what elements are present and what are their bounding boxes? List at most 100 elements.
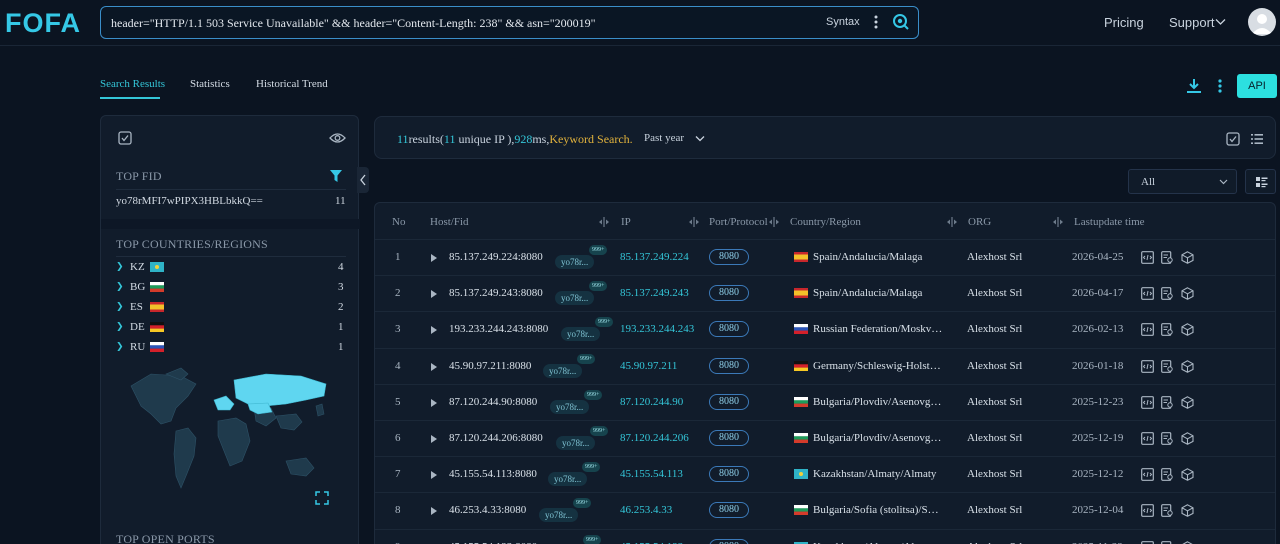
port-badge[interactable]: 8080 <box>709 285 749 302</box>
column-resize-icon[interactable] <box>769 217 779 227</box>
host-link[interactable]: 193.233.244.243:8080 <box>449 323 548 335</box>
sidebar-collapse-toggle[interactable] <box>357 167 369 193</box>
ip-link[interactable]: 193.233.244.243 <box>620 323 694 335</box>
port-badge[interactable]: 8080 <box>709 393 749 410</box>
fofa-logo[interactable]: FOFA <box>5 6 87 38</box>
nav-pricing[interactable]: Pricing <box>1104 15 1144 30</box>
list-view-icon[interactable] <box>1251 133 1263 145</box>
fid-tag[interactable]: yo78r... <box>561 327 601 342</box>
country-item-es[interactable]: ❯ ES 2 <box>116 301 346 315</box>
country-item-bg[interactable]: ❯ BG 3 <box>116 281 346 295</box>
table-row[interactable]: 8 46.253.4.33:8080 yo78r... 999+ 46.253.4.33… <box>375 492 1275 528</box>
code-view-icon[interactable] <box>1141 504 1154 518</box>
fid-tag[interactable]: yo78r... <box>548 472 588 487</box>
ip-link[interactable]: 45.155.54.113 <box>620 468 683 480</box>
more-vertical-icon[interactable] <box>1217 78 1223 94</box>
table-row[interactable]: 5 87.120.244.90:8080 yo78r... 999+ 87.120.24… <box>375 383 1275 420</box>
table-row[interactable]: 1 85.137.249.224:8080 yo78r... 999+ 85.137.2… <box>375 239 1275 275</box>
search-input[interactable] <box>111 14 811 32</box>
code-view-icon[interactable] <box>1141 359 1154 373</box>
expand-row-icon[interactable] <box>431 254 437 262</box>
code-view-icon[interactable] <box>1141 540 1154 544</box>
document-search-icon[interactable] <box>1161 504 1174 518</box>
chevron-down-icon[interactable] <box>1215 18 1226 26</box>
tab-historical-trend[interactable]: Historical Trend <box>256 78 328 90</box>
world-map[interactable] <box>126 366 334 501</box>
nav-support[interactable]: Support <box>1169 15 1215 30</box>
expand-row-icon[interactable] <box>431 290 437 299</box>
code-view-icon[interactable] <box>1141 323 1154 337</box>
host-link[interactable]: 45.155.54.123:8080 <box>449 541 537 544</box>
expand-row-icon[interactable] <box>431 398 437 407</box>
fid-value[interactable]: yo78rMFI7wPIPX3HBLbkkQ== <box>116 195 263 207</box>
ip-link[interactable]: 45.155.54.123 <box>620 541 683 544</box>
fid-tag[interactable]: yo78r... <box>539 508 579 523</box>
host-link[interactable]: 87.120.244.90:8080 <box>449 396 537 408</box>
table-row[interactable]: 945.155.54.123:8080yo78r...999+45.155.54… <box>375 528 1275 544</box>
expand-row-icon[interactable] <box>431 507 437 516</box>
country-item-kz[interactable]: ❯ KZ 4 <box>116 261 346 275</box>
document-search-icon[interactable] <box>1161 323 1174 337</box>
ip-link[interactable]: 87.120.244.206 <box>620 432 689 444</box>
cube-icon[interactable] <box>1181 287 1194 301</box>
port-badge[interactable]: 8080 <box>709 321 749 338</box>
tab-search-results[interactable]: Search Results <box>100 78 165 90</box>
document-search-icon[interactable] <box>1161 359 1174 373</box>
select-all-icon[interactable] <box>1226 132 1240 146</box>
document-search-icon[interactable] <box>1161 432 1174 445</box>
table-row[interactable]: 4 45.90.97.211:8080 yo78r... 999+ 45.90.97.2… <box>375 347 1275 384</box>
expand-row-icon[interactable] <box>431 326 437 335</box>
ip-link[interactable]: 46.253.4.33 <box>620 504 672 516</box>
period-select[interactable]: Past year <box>644 132 684 144</box>
host-link[interactable]: 87.120.244.206:8080 <box>449 432 543 444</box>
table-row[interactable]: 6 87.120.244.206:8080 yo78r... 999+ 87.120.2… <box>375 420 1275 456</box>
fid-tag[interactable]: yo78r... <box>555 291 595 306</box>
result-filter-select[interactable]: All <box>1128 169 1237 194</box>
table-row[interactable]: 3 193.233.244.243:8080 yo78r... 999+ 193.233… <box>375 311 1275 347</box>
cube-icon[interactable] <box>1181 504 1194 518</box>
more-options-icon[interactable] <box>874 14 878 30</box>
code-view-icon[interactable] <box>1141 395 1154 409</box>
cube-icon[interactable] <box>1181 251 1194 264</box>
expand-row-icon[interactable] <box>431 471 437 480</box>
host-link[interactable]: 46.253.4.33:8080 <box>449 504 526 516</box>
document-search-icon[interactable] <box>1161 540 1174 544</box>
code-view-icon[interactable] <box>1141 287 1154 301</box>
table-row[interactable]: 2 85.137.249.243:8080 yo78r... 999+ 85.137.2… <box>375 275 1275 311</box>
expand-row-icon[interactable] <box>431 362 437 371</box>
column-resize-icon[interactable] <box>599 217 609 227</box>
document-search-icon[interactable] <box>1161 468 1174 482</box>
ip-link[interactable]: 85.137.249.243 <box>620 287 689 299</box>
search-icon[interactable] <box>892 13 910 31</box>
port-badge[interactable]: 8080 <box>709 502 749 519</box>
eye-icon[interactable] <box>329 132 346 144</box>
api-button[interactable]: API <box>1237 74 1277 98</box>
port-badge[interactable]: 8080 <box>709 538 749 544</box>
host-link[interactable]: 45.155.54.113:8080 <box>449 468 537 480</box>
host-link[interactable]: 85.137.249.224:8080 <box>449 251 543 263</box>
view-toggle-button[interactable] <box>1245 169 1276 194</box>
document-search-icon[interactable] <box>1161 395 1174 409</box>
syntax-link[interactable]: Syntax <box>826 16 860 28</box>
country-item-ru[interactable]: ❯ RU 1 <box>116 341 346 355</box>
filter-icon[interactable] <box>330 170 342 182</box>
fid-tag[interactable]: yo78r... <box>550 399 590 414</box>
port-badge[interactable]: 8080 <box>709 466 749 483</box>
code-view-icon[interactable] <box>1141 468 1154 482</box>
column-resize-icon[interactable] <box>1053 217 1063 227</box>
fid-tag[interactable]: yo78r... <box>543 363 583 378</box>
host-link[interactable]: 45.90.97.211:8080 <box>449 360 531 372</box>
cube-icon[interactable] <box>1181 540 1194 544</box>
column-resize-icon[interactable] <box>947 217 957 227</box>
code-view-icon[interactable] <box>1141 432 1154 445</box>
select-all-icon[interactable] <box>118 131 132 145</box>
country-item-de[interactable]: ❯ DE 1 <box>116 321 346 335</box>
ip-link[interactable]: 45.90.97.211 <box>620 360 677 372</box>
expand-row-icon[interactable] <box>431 435 437 443</box>
ip-link[interactable]: 85.137.249.224 <box>620 251 689 263</box>
fid-tag[interactable]: yo78r... <box>556 436 596 450</box>
column-resize-icon[interactable] <box>689 217 699 227</box>
download-icon[interactable] <box>1186 78 1202 94</box>
host-link[interactable]: 85.137.249.243:8080 <box>449 287 543 299</box>
port-badge[interactable]: 8080 <box>709 430 749 446</box>
